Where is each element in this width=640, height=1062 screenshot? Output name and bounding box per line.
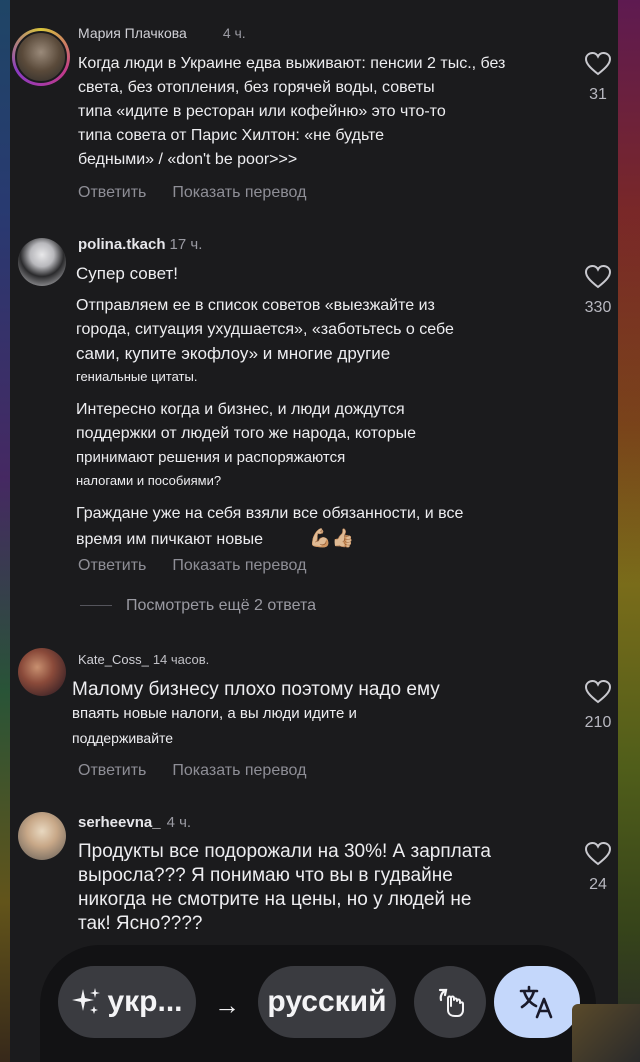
gesture-button[interactable] [414, 966, 486, 1038]
source-language-button[interactable]: укр... [58, 966, 196, 1038]
comment-time: 4 ч. [166, 814, 192, 831]
comment-time: 14 часов. [152, 652, 210, 667]
sparkle-icon [72, 988, 101, 1014]
reply-button[interactable]: Ответить [78, 762, 146, 779]
like-count: 24 [589, 876, 607, 893]
heart-icon [585, 265, 611, 289]
hand-gesture-icon [438, 988, 464, 1017]
comment-username[interactable]: serheevna_ 4 ч. [78, 814, 191, 831]
muscle-thumbs-emoji: 💪🏼👍🏼 [309, 528, 354, 548]
like-button[interactable]: 330 [578, 265, 618, 317]
avatar[interactable] [18, 648, 66, 696]
like-button[interactable]: 210 [578, 680, 618, 732]
target-language-button[interactable]: русский [258, 966, 396, 1038]
like-button[interactable]: 24 [578, 842, 618, 894]
target-language-label: русский [267, 985, 387, 1018]
comment-username[interactable]: Kate_Coss_ 14 часов. [78, 652, 209, 667]
reply-button[interactable]: Ответить [78, 184, 146, 201]
comment-username[interactable]: polina.tkach 17 ч. [78, 236, 202, 253]
comment-text: Малому бизнесу плохо поэтому надо ему вп… [72, 679, 440, 746]
comment-actions: Ответить Показать перевод [78, 557, 332, 575]
comment-username[interactable]: Мария Плачкова 4 ч. [78, 25, 246, 41]
left-edge-glow [0, 0, 10, 1062]
heart-icon [585, 52, 611, 76]
avatar[interactable] [18, 238, 66, 286]
comment-time: 17 ч. [169, 236, 203, 253]
like-count: 31 [589, 86, 607, 103]
like-count: 210 [584, 714, 612, 731]
heart-icon [585, 842, 611, 866]
comment-time: 4 ч. [222, 25, 246, 41]
like-count: 330 [584, 299, 612, 316]
video-thumbnail[interactable] [572, 1004, 640, 1062]
translate-button[interactable] [494, 966, 580, 1038]
like-button[interactable]: 31 [578, 52, 618, 104]
arrow-right-icon: → [214, 990, 240, 1020]
avatar[interactable] [18, 812, 66, 860]
heart-icon [585, 680, 611, 704]
show-translation-button[interactable]: Показать перевод [172, 557, 306, 574]
comment-actions: Ответить Показать перевод [78, 762, 332, 780]
view-more-replies-button[interactable]: Посмотреть ещё 2 ответа [80, 597, 316, 615]
translate-icon [519, 985, 553, 1019]
show-translation-button[interactable]: Показать перевод [172, 184, 306, 201]
source-language-label: укр... [107, 985, 183, 1018]
reply-button[interactable]: Ответить [78, 557, 146, 574]
comment-text: Продукты все подорожали на 30%! А зарпла… [78, 841, 491, 934]
avatar[interactable] [12, 28, 70, 86]
show-translation-button[interactable]: Показать перевод [172, 762, 306, 779]
comment-text: Супер совет! Отправляем ее в список сове… [76, 264, 464, 548]
divider [80, 605, 112, 607]
comment-actions: Ответить Показать перевод [78, 184, 332, 202]
right-edge-glow [618, 0, 640, 1062]
comment-text: Когда люди в Украине едва выживают: пенс… [78, 55, 506, 168]
